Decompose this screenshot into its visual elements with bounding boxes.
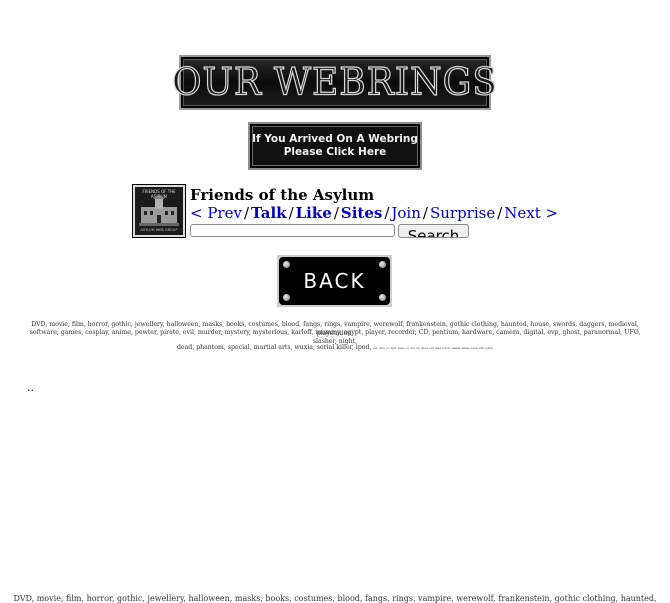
screw-icon: [379, 294, 386, 301]
keyword-line-3-tiny: ps2, xbox, pc, mp3, game, cd, dvd, rip, …: [373, 347, 494, 350]
arrival-line-1: If You Arrived On A Webring: [252, 133, 418, 145]
ring-search-input[interactable]: [190, 224, 395, 237]
screw-icon: [379, 261, 386, 268]
keyword-bottom-line: DVD, movie, film, horror, gothic, jewell…: [13, 594, 657, 603]
webring-arrival-button[interactable]: If You Arrived On A Webring Please Click…: [248, 122, 422, 170]
surprise-link[interactable]: Surprise: [430, 204, 495, 222]
arrival-line-2: Please Click Here: [283, 146, 387, 158]
ring-search-button[interactable]: Search: [398, 224, 469, 238]
screw-icon: [283, 294, 290, 301]
sites-link[interactable]: Sites: [341, 204, 382, 222]
next-link[interactable]: Next >: [504, 204, 558, 222]
join-link[interactable]: Join: [391, 204, 421, 222]
back-button[interactable]: BACK: [277, 255, 392, 307]
keyword-line-3-text: dead, phantom, special, martial arts, wu…: [176, 344, 372, 351]
like-link[interactable]: Like: [296, 204, 332, 222]
screw-icon: [283, 261, 290, 268]
ring-navigation: < Prev / Talk / Like / Sites / Join / Surprise / Nex…: [190, 204, 559, 222]
keyword-line-3: dead, phantom, special, martial arts, wu…: [18, 343, 652, 353]
ring-logo-thumbnail[interactable]: FRIENDS OF THE ASYLUM ASYLUM WEB GROUP: [132, 184, 186, 238]
banner-word-webrings: WEBRINGS: [273, 60, 498, 105]
ring-title: Friends of the Asylum: [190, 186, 375, 204]
our-webrings-banner[interactable]: OUR WEBRINGS: [171, 55, 498, 110]
spacer-dots: ..: [27, 381, 34, 394]
talk-link[interactable]: Talk: [251, 204, 287, 222]
thumb-footer: ASYLUM WEB GROUP: [140, 228, 178, 232]
banner-word-our: OUR: [171, 60, 262, 105]
back-label: BACK: [303, 269, 366, 293]
prev-link[interactable]: < Prev: [190, 204, 242, 222]
